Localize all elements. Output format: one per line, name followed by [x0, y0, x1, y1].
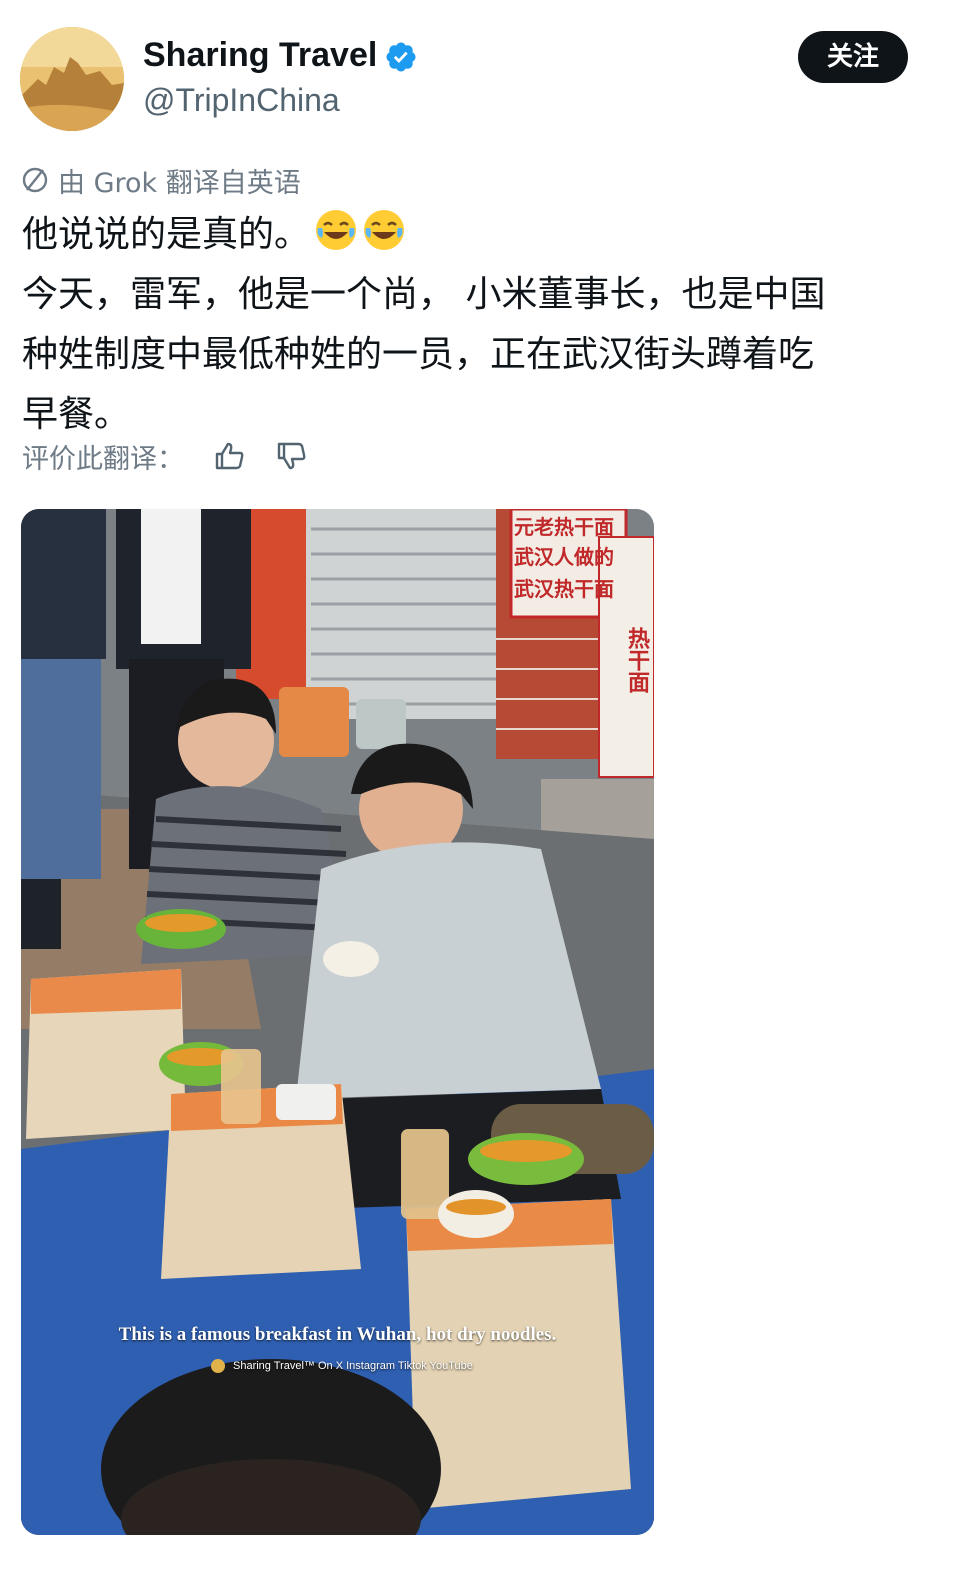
display-name[interactable]: Sharing Travel — [143, 36, 377, 75]
street-breakfast-photo — [21, 509, 654, 1535]
shop-sign-line-1: 元老热干面 — [514, 515, 614, 539]
translation-notice-text: 由 Grok 翻译自英语 — [58, 167, 301, 199]
translation-notice: 由 Grok 翻译自英语 — [20, 161, 301, 199]
video-caption: This is a famous breakfast in Wuhan, hot… — [118, 1324, 557, 1345]
side-sign-text: 热干面 — [624, 627, 650, 693]
post-line-1-text: 他说说的是真的。 — [22, 214, 311, 255]
verified-badge-icon — [386, 42, 416, 72]
thumbs-down-icon[interactable] — [276, 440, 308, 472]
rate-translation-label: 评价此翻译： — [22, 443, 184, 475]
post-line-2: 今天，雷军，他是一个尚， 小米董事长，也是中国 — [22, 274, 826, 315]
thumbs-up-icon[interactable] — [214, 440, 246, 472]
post-line-3: 种姓制度中最低种姓的一员，正在武汉街头蹲着吃 — [22, 334, 815, 375]
user-handle[interactable]: @TripInChina — [143, 82, 340, 119]
follow-button[interactable]: 关注 — [798, 31, 908, 83]
globe-icon — [22, 167, 48, 193]
shop-sign-line-2: 武汉人做的 — [514, 545, 614, 569]
post-text: 他说说的是真的。 今天，雷军，他是一个尚， 小米董事长，也是中国 种姓制度中最低… — [22, 205, 922, 445]
watermark-logo-icon — [211, 1359, 225, 1373]
watermark-text: Sharing Travel™ On X Instagram Tiktok Yo… — [233, 1360, 473, 1372]
post-line-1: 他说说的是真的。 — [22, 205, 922, 265]
post-media[interactable]: 元老热干面 武汉人做的 武汉热干面 热干面 This is a famous b… — [21, 509, 654, 1535]
shop-sign-line-3: 武汉热干面 — [514, 577, 614, 601]
rate-translation: 评价此翻译： — [22, 434, 308, 478]
tweet-header: Sharing Travel @TripInChina 关注 — [0, 0, 956, 150]
video-watermark: Sharing Travel™ On X Instagram Tiktok Yo… — [211, 1359, 473, 1373]
laughing-emoji-icon — [316, 210, 357, 250]
avatar[interactable] — [20, 27, 124, 131]
laughing-emoji-icon — [364, 210, 405, 250]
avatar-desert-image — [20, 27, 124, 131]
